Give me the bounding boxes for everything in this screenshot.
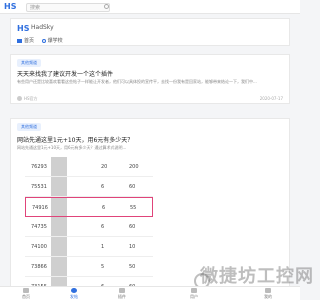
table-row: 74100 1 10 xyxy=(25,237,153,257)
bottom-nav-plugins[interactable]: 插件 xyxy=(112,288,132,300)
home-icon xyxy=(23,288,29,293)
bottom-nav-label: 用户 xyxy=(190,294,198,299)
nav-school[interactable]: 爆学校 xyxy=(41,38,63,44)
bottom-nav-label: 发帖 xyxy=(70,294,78,299)
table-row: 76293 20 200 xyxy=(25,157,153,177)
location-icon xyxy=(41,39,46,43)
table-row: 75531 6 60 xyxy=(25,177,153,197)
cell: 1 xyxy=(101,244,105,250)
bottom-nav-me[interactable]: 我的 xyxy=(258,288,278,300)
post-tag[interactable]: 其他频道 xyxy=(17,123,41,131)
nav-home-label: 首页 xyxy=(24,38,35,44)
cell: 5 xyxy=(101,264,105,270)
cell: 74100 xyxy=(31,244,47,250)
table-row: 74735 6 60 xyxy=(25,217,153,237)
bottom-nav-home[interactable]: 首页 xyxy=(16,288,36,300)
table-row-highlighted: 74916 6 55 xyxy=(25,197,153,217)
post-card[interactable]: 其他频道 天天来找我了建议开发一个这个插件 有些用户还是比较喜欢看看这些帖子一样… xyxy=(10,54,290,104)
post-tag[interactable]: 其他频道 xyxy=(17,59,41,67)
site-nav: 首页 爆学校 xyxy=(17,37,69,44)
post-author[interactable]: HS官方 xyxy=(17,96,38,102)
user-icon xyxy=(265,288,271,293)
bottom-nav-label: 我的 xyxy=(264,294,272,299)
site-logo[interactable]: HS xyxy=(17,24,29,33)
post-excerpt: 网站先通这里1元+10天，用6元有多少天？通过算术式说明... xyxy=(17,145,127,150)
cell: 20 xyxy=(101,164,108,170)
bottom-nav: 首页 发帖 插件 用户 我的 xyxy=(0,286,300,300)
users-icon xyxy=(191,288,197,293)
topbar: HS 搜索 xyxy=(0,0,300,14)
bottom-nav-users[interactable]: 用户 xyxy=(184,288,204,300)
cell: 6 xyxy=(101,184,105,190)
author-name: HS官方 xyxy=(24,96,38,101)
bottom-nav-label: 插件 xyxy=(118,294,126,299)
watermark-text: 微捷坊工控网 xyxy=(200,266,314,287)
site-name[interactable]: HadSky xyxy=(31,24,54,31)
cell: 6 xyxy=(101,224,105,230)
bottom-nav-label: 首页 xyxy=(22,294,30,299)
cell: 55 xyxy=(130,205,137,211)
avatar xyxy=(17,96,22,101)
cell: 74735 xyxy=(31,224,47,230)
cell: 75531 xyxy=(31,184,47,190)
cell: 50 xyxy=(129,264,136,270)
bottom-nav-post[interactable]: 发帖 xyxy=(64,288,84,300)
cell: 200 xyxy=(129,164,139,170)
table-row: 73866 5 50 xyxy=(25,257,153,277)
search-input[interactable]: 搜索 xyxy=(26,3,110,12)
cell: 60 xyxy=(129,184,136,190)
post-title[interactable]: 网站先通这里1元+10天，用6元有多少天？ xyxy=(17,135,133,144)
cell: 6 xyxy=(102,205,106,211)
plus-icon xyxy=(71,288,77,293)
cell: 73866 xyxy=(31,264,47,270)
cell: 76293 xyxy=(31,164,47,170)
cell: 74916 xyxy=(32,205,48,211)
grid-icon xyxy=(119,288,125,293)
post-date: 2020-07-17 xyxy=(259,96,283,101)
cell: 60 xyxy=(129,224,136,230)
site-card: HS HadSky 首页 爆学校 xyxy=(10,18,290,46)
top-logo[interactable]: HS xyxy=(4,2,16,11)
search-icon[interactable] xyxy=(104,4,109,9)
nav-school-label: 爆学校 xyxy=(47,38,63,44)
cell: 10 xyxy=(129,244,136,250)
home-icon xyxy=(17,39,22,43)
price-table: 76293 20 200 75531 6 60 74916 6 55 74735 6 60 74… xyxy=(25,157,153,287)
post-excerpt: 有些用户还是比较喜欢看看这些帖子一样能让开发者，他们可以具体投的宣传平，去找一份… xyxy=(17,79,257,84)
post-title[interactable]: 天天来找我了建议开发一个这个插件 xyxy=(17,69,113,78)
nav-home[interactable]: 首页 xyxy=(17,38,34,44)
